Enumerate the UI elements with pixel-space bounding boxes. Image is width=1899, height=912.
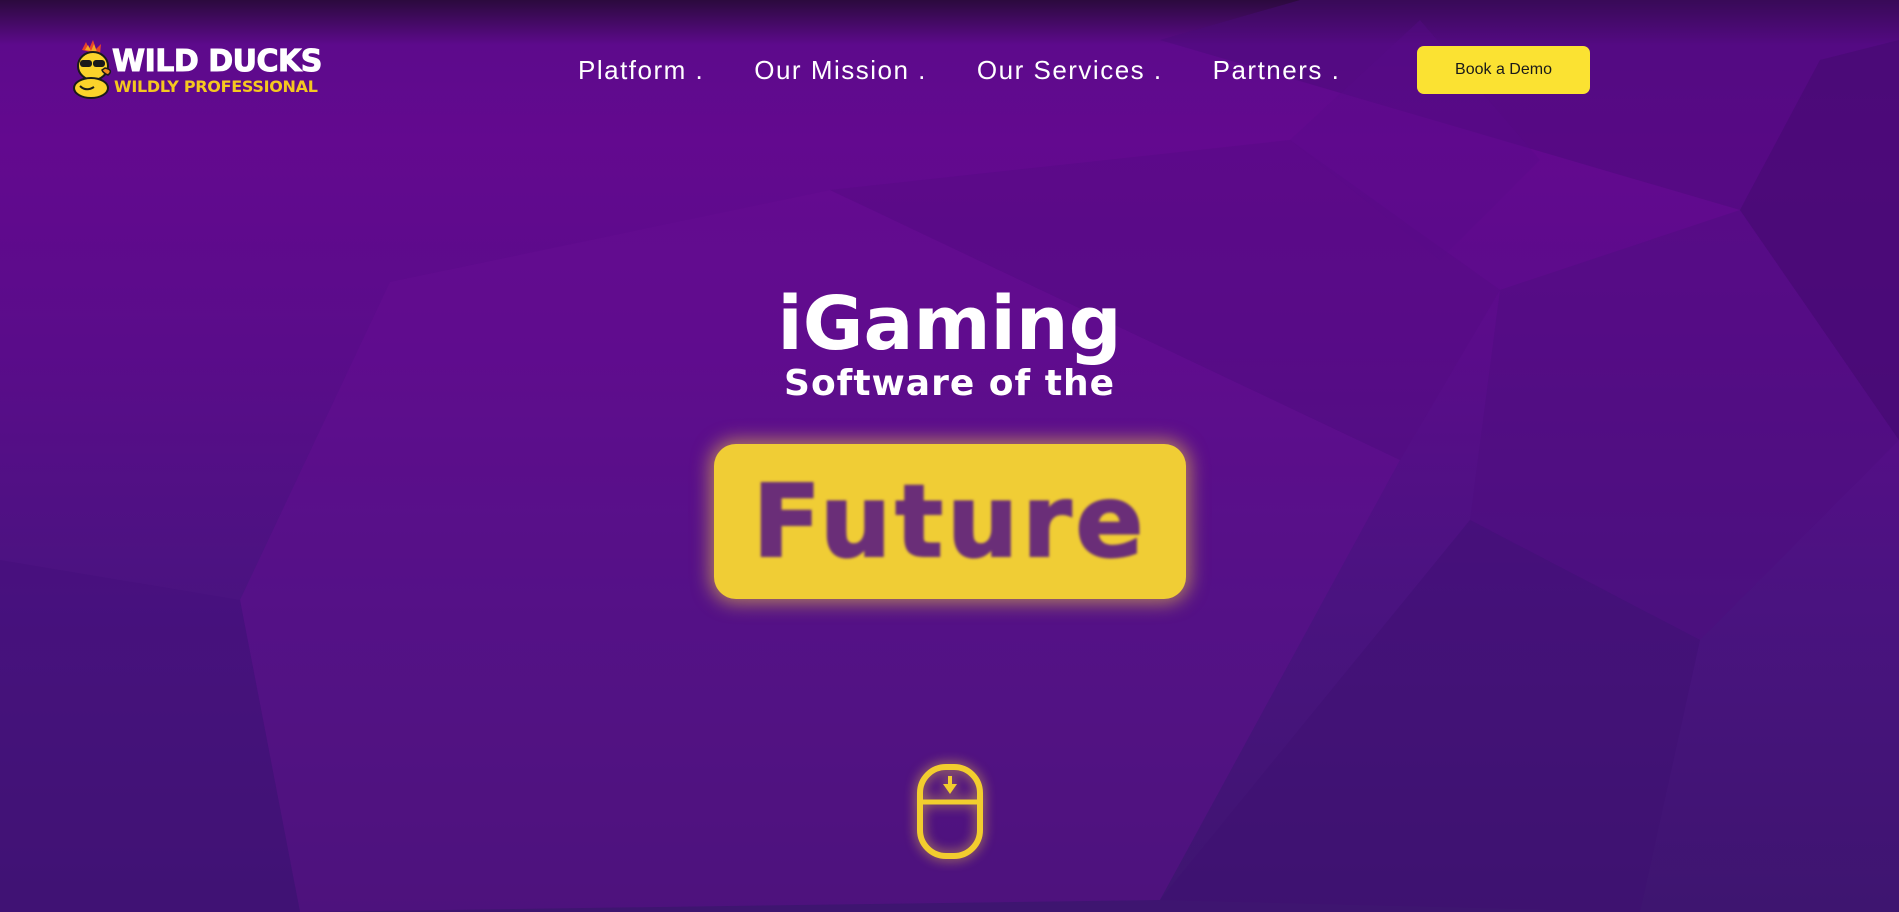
- hero-title: iGaming: [777, 281, 1122, 367]
- book-demo-button[interactable]: Book a Demo: [1417, 46, 1590, 94]
- site-header: WILD DUCKS WILDLY PROFESSIONAL Platform …: [0, 0, 1899, 140]
- hero-subtitle: Software of the: [784, 363, 1115, 404]
- nav-item-partners[interactable]: Partners .: [1213, 55, 1341, 86]
- nav-item-platform[interactable]: Platform .: [578, 55, 704, 86]
- logo[interactable]: WILD DUCKS WILDLY PROFESSIONAL: [72, 40, 342, 100]
- future-highlight-text: Future: [752, 462, 1148, 580]
- logo-title: WILD DUCKS: [112, 44, 323, 79]
- nav-item-our-mission[interactable]: Our Mission .: [754, 55, 927, 86]
- duck-mascot-icon: [73, 40, 112, 99]
- mouse-scroll-icon[interactable]: [912, 764, 988, 860]
- future-highlight-box: Future: [714, 444, 1186, 599]
- logo-tagline: WILDLY PROFESSIONAL: [114, 77, 318, 96]
- nav-item-our-services[interactable]: Our Services .: [977, 55, 1163, 86]
- main-nav: Platform . Our Mission . Our Services . …: [578, 52, 1340, 88]
